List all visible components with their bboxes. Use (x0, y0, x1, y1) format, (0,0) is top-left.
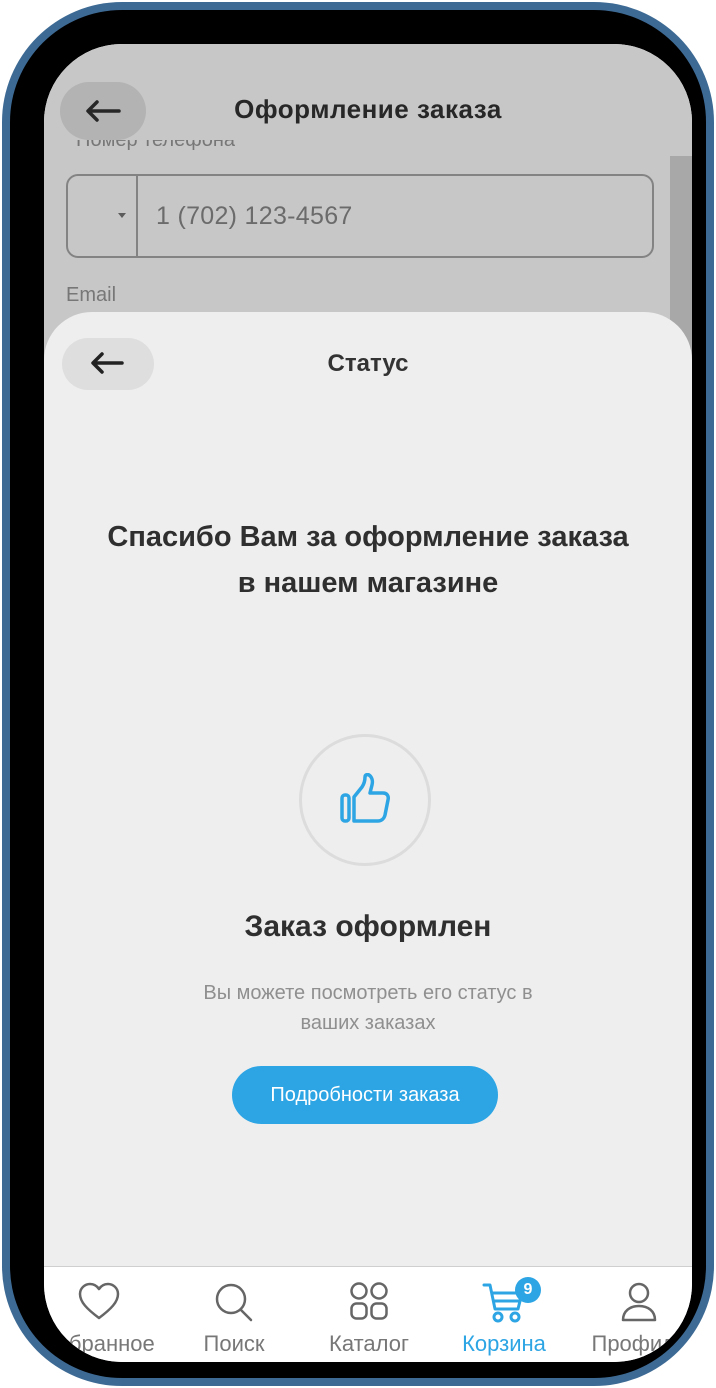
order-complete-subtitle: Вы можете посмотреть его статус в ваших … (164, 978, 572, 1038)
thanks-message: Спасибо Вам за оформление заказа в нашем… (64, 514, 672, 606)
status-sheet: Статус Спасибо Вам за оформление заказа … (44, 312, 692, 1266)
tab-cart[interactable]: 9 Корзина (434, 1267, 574, 1362)
screen: Оформление заказа Номер телефона 1 (702)… (44, 44, 692, 1362)
order-details-button[interactable]: Подробности заказа (232, 1066, 498, 1124)
subtitle-line-2: ваших заказах (300, 1012, 436, 1034)
tab-search[interactable]: Поиск (164, 1267, 304, 1362)
catalog-grid-icon (350, 1282, 388, 1320)
thanks-line-2: в нашем магазине (237, 567, 499, 599)
tab-cart-label: Корзина (462, 1331, 546, 1356)
tab-search-label: Поиск (203, 1331, 265, 1356)
subtitle-line-1: Вы можете посмотреть его статус в (203, 982, 533, 1004)
tab-catalog-label: Каталог (329, 1331, 409, 1356)
device-frame: Оформление заказа Номер телефона 1 (702)… (2, 2, 714, 1386)
bottom-tab-bar: Избранное Поиск Каталог 9 Корзина Профил… (44, 1266, 692, 1362)
order-complete-title: Заказ оформлен (244, 910, 492, 943)
thanks-line-1: Спасибо Вам за оформление заказа (107, 521, 629, 553)
sheet-title: Статус (327, 350, 409, 377)
tab-favorites[interactable]: Избранное (44, 1267, 169, 1362)
tab-profile-label: Профиль (591, 1331, 687, 1356)
cart-count-badge: 9 (515, 1277, 541, 1303)
tab-catalog[interactable]: Каталог (299, 1267, 439, 1362)
search-icon (215, 1283, 253, 1322)
device-bezel: Оформление заказа Номер телефона 1 (702)… (10, 10, 706, 1378)
profile-icon (621, 1282, 657, 1322)
tab-favorites-label: Избранное (44, 1331, 155, 1356)
tab-profile[interactable]: Профиль (569, 1267, 692, 1362)
heart-icon (78, 1282, 120, 1320)
success-badge (299, 734, 431, 866)
thumbs-up-icon (340, 773, 390, 823)
